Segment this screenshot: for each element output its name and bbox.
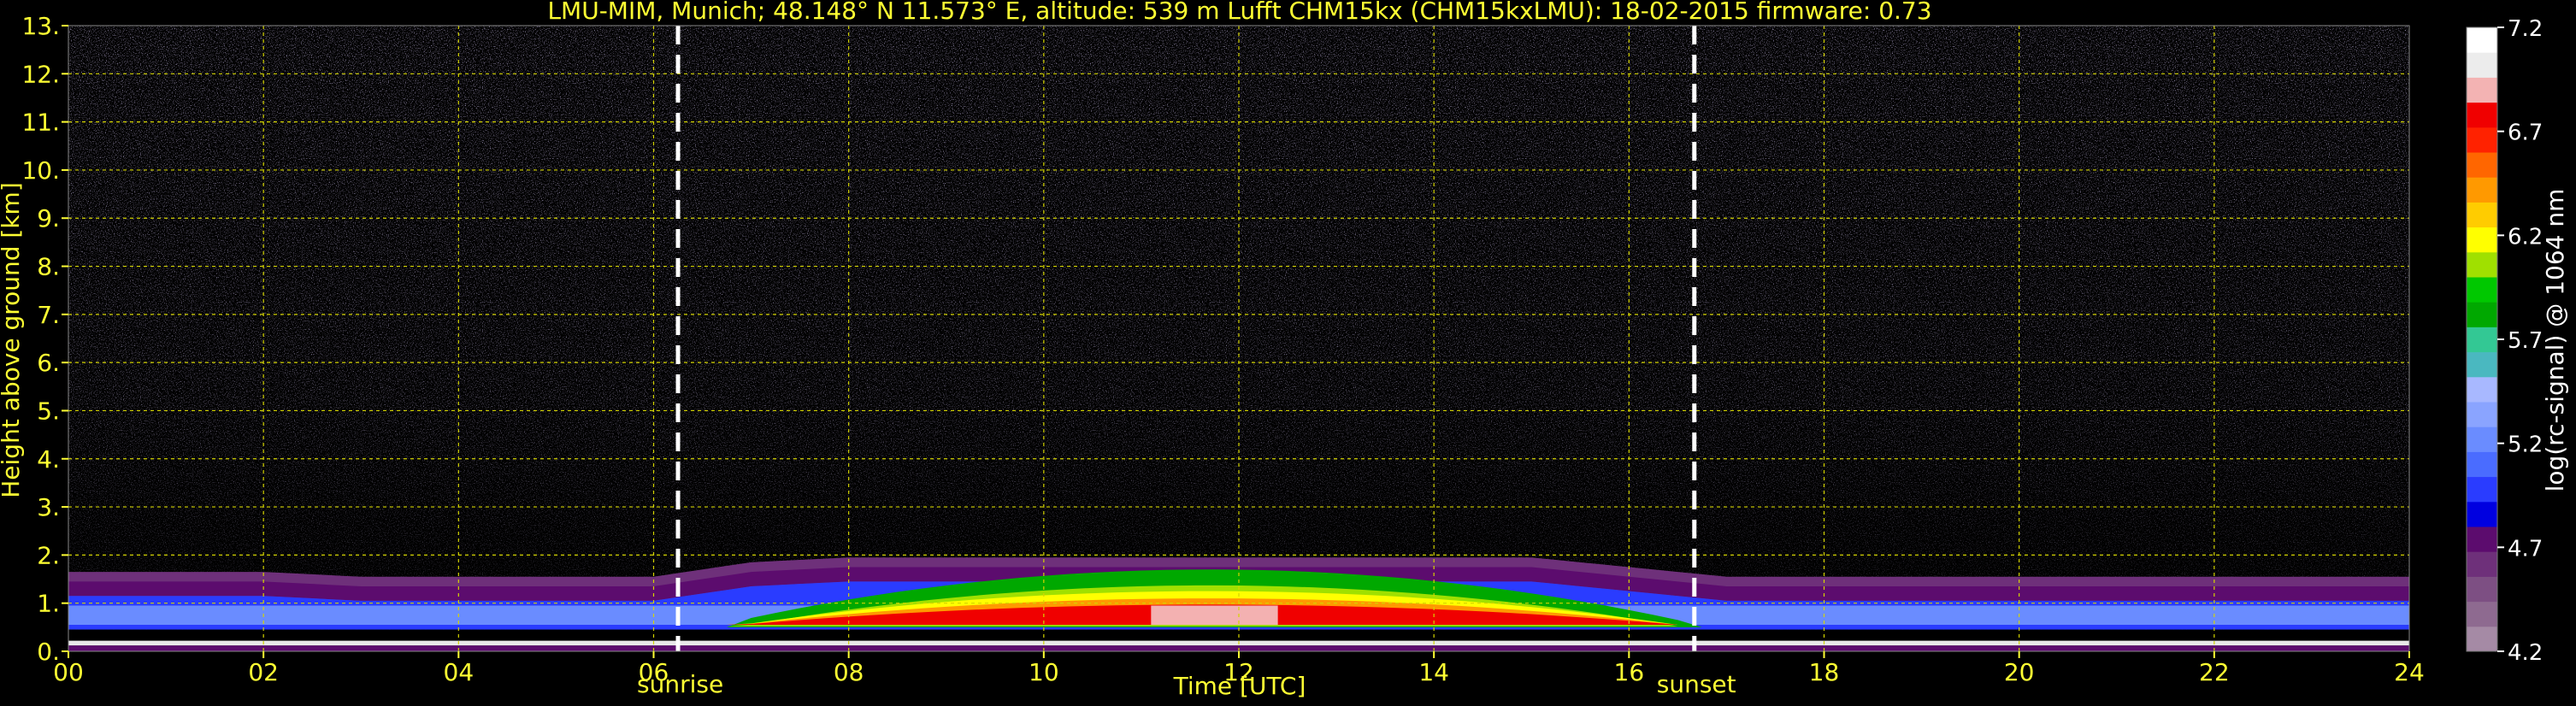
x-tick-label: 24	[2394, 658, 2425, 686]
colorbar-segment	[2467, 202, 2497, 228]
colorbar-segment	[2467, 551, 2497, 577]
x-tick-label: 02	[248, 658, 279, 686]
noon-saturation	[1151, 605, 1278, 626]
x-tick-label: 20	[2004, 658, 2035, 686]
colorbar-segment	[2467, 52, 2497, 78]
x-tick-label: 16	[1614, 658, 1645, 686]
colorbar-segment	[2467, 302, 2497, 327]
colorbar-segment	[2467, 177, 2497, 203]
colorbar-segment	[2467, 476, 2497, 503]
colorbar-segment	[2467, 251, 2497, 278]
colorbar-segment	[2467, 77, 2497, 103]
x-tick-label: 08	[834, 658, 864, 686]
colorbar-segment	[2467, 626, 2497, 652]
colorbar-tick-label: 4.2	[2508, 640, 2543, 666]
x-tick-label: 10	[1029, 658, 1059, 686]
x-tick-label: 22	[2199, 658, 2230, 686]
y-tick-label: 9.	[37, 204, 60, 232]
colorbar	[2466, 26, 2498, 652]
y-tick-label: 3.	[37, 493, 60, 521]
colorbar-tick-label: 6.7	[2508, 121, 2543, 146]
colorbar-tick-label: 5.7	[2508, 328, 2543, 354]
colorbar-segment	[2467, 27, 2497, 53]
x-axis-label: Time [UTC]	[1173, 672, 1306, 700]
x-tick-label: 14	[1418, 658, 1449, 686]
x-tick-label: 06	[639, 658, 669, 686]
y-tick-label: 2.	[37, 541, 60, 569]
colorbar-segment	[2467, 376, 2497, 403]
colorbar-segment	[2467, 277, 2497, 303]
chart-title: LMU-MIM, Munich; 48.148° N 11.573° E, al…	[547, 0, 1931, 25]
x-tick-label: 04	[444, 658, 475, 686]
colorbar-ticks: 4.2 4.7 5.2 5.7 6.2 6.7 7.2	[2497, 16, 2543, 666]
y-tick-label: 12.	[21, 60, 60, 88]
x-tick-label: 00	[53, 658, 84, 686]
colorbar-segment	[2467, 501, 2497, 527]
colorbar-tick-label: 5.2	[2508, 432, 2543, 458]
plot-area: sunrise sunset	[68, 25, 2410, 698]
colorbar-segment	[2467, 351, 2497, 378]
colorbar-tick-label: 6.2	[2508, 224, 2543, 250]
colorbar-tick-label: 4.7	[2508, 536, 2543, 562]
lidar-backscatter-chart: LMU-MIM, Munich; 48.148° N 11.573° E, al…	[0, 0, 2569, 700]
colorbar-segment	[2467, 126, 2497, 153]
colorbar-segment	[2467, 327, 2497, 353]
colorbar-segment	[2467, 451, 2497, 478]
y-tick-label: 4.	[37, 445, 60, 474]
colorbar-segment	[2467, 152, 2497, 178]
y-tick-label: 7.	[37, 301, 60, 329]
colorbar-segment	[2467, 576, 2497, 603]
y-axis-ticks: 0.1.2.3.4.5.6.7.8.9.10.11.12.13.	[21, 12, 68, 666]
y-tick-label: 6.	[37, 349, 60, 377]
colorbar-segment	[2467, 227, 2497, 253]
colorbar-tick-label: 7.2	[2508, 16, 2543, 42]
colorbar-label: log(rc-signal) @ 1064 nm	[2541, 189, 2569, 492]
y-tick-label: 13.	[21, 12, 60, 40]
y-tick-label: 5.	[37, 397, 60, 425]
colorbar-segment	[2467, 402, 2497, 427]
colorbar-segment	[2467, 427, 2497, 452]
y-tick-label: 11.	[21, 109, 60, 137]
y-tick-label: 10.	[21, 156, 60, 185]
y-tick-label: 8.	[37, 253, 60, 281]
colorbar-segment	[2467, 527, 2497, 552]
colorbar-segment	[2467, 601, 2497, 627]
sunset-label: sunset	[1657, 670, 1736, 698]
y-axis-label: Height above ground [km]	[0, 182, 25, 498]
colorbar-segment	[2467, 102, 2497, 128]
x-tick-label: 18	[1809, 658, 1840, 686]
y-tick-label: 1.	[37, 590, 60, 618]
